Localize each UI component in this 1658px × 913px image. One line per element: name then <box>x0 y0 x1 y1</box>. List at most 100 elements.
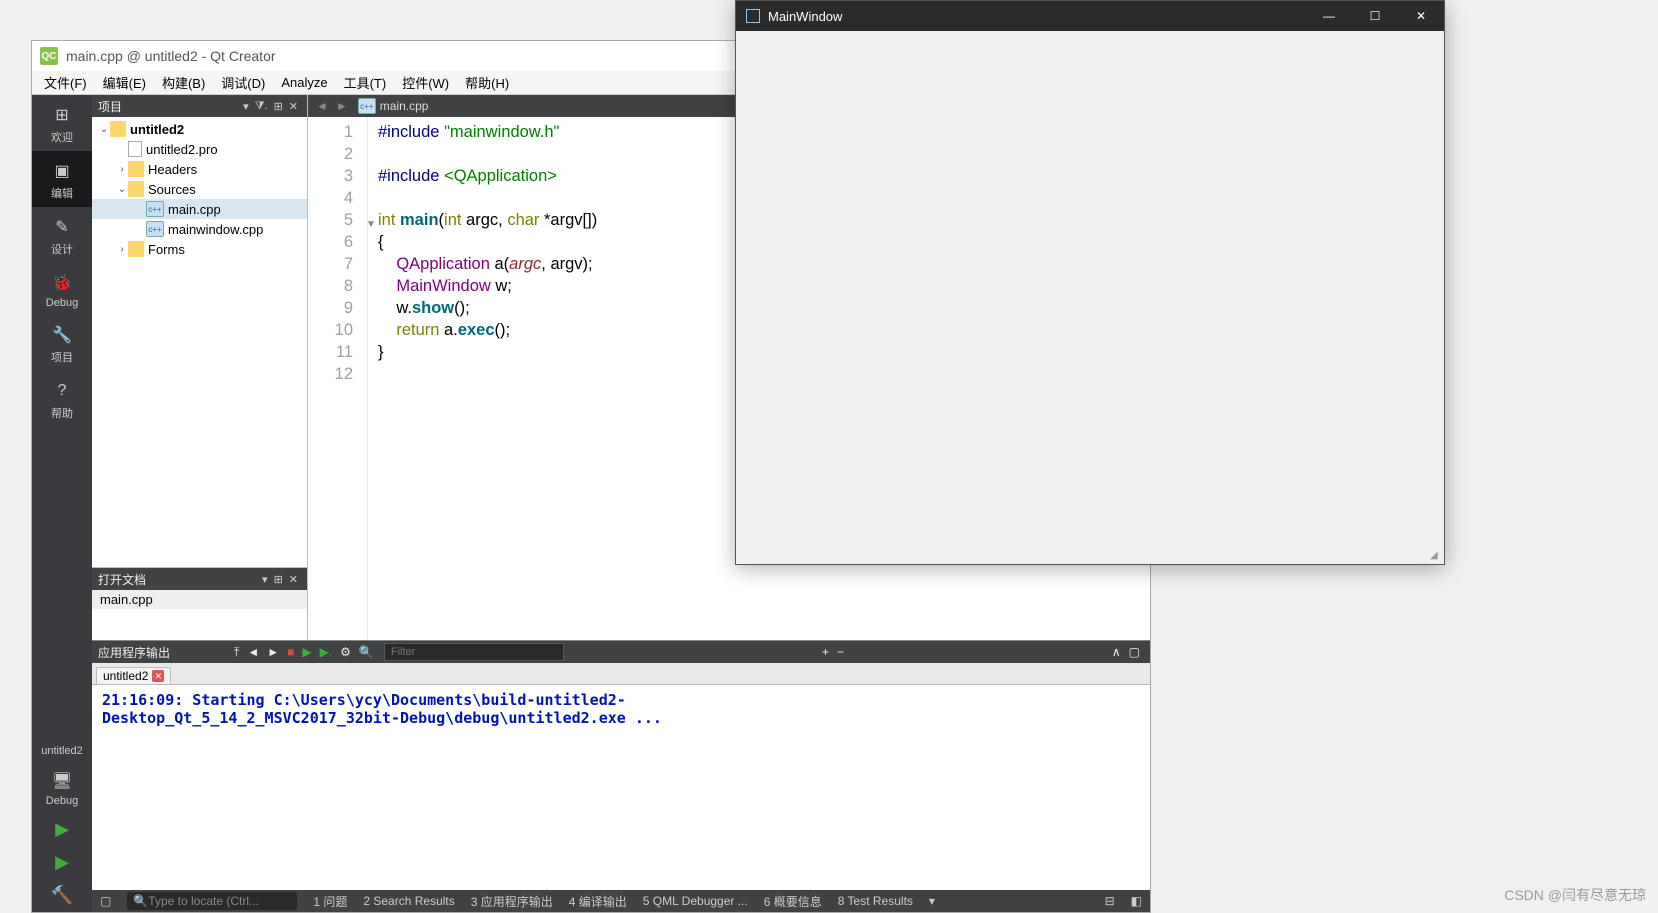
mainwindow-app[interactable]: MainWindow — ☐ ✕ ◢ <box>735 0 1445 565</box>
status-search[interactable]: 2 Search Results <box>355 894 462 908</box>
run-button[interactable]: ▶ <box>32 813 92 846</box>
mode-help[interactable]: ? 帮助 <box>32 371 92 427</box>
code-content[interactable]: #include "mainwindow.h" #include <QAppli… <box>368 117 597 640</box>
opendoc-item[interactable]: main.cpp <box>92 590 307 609</box>
statusbar: ▢ 🔍 Type to locate (Ctrl... 1 问题 2 Searc… <box>92 890 1150 912</box>
kit-debug[interactable]: 🖥Debug <box>32 761 92 813</box>
wrench-icon: 🔧 <box>50 323 74 347</box>
tree-row[interactable]: c++mainwindow.cpp <box>92 219 307 239</box>
tree-label: Forms <box>148 242 185 257</box>
expand-icon[interactable]: ∧ <box>1108 645 1125 659</box>
mainwindow-titlebar[interactable]: MainWindow — ☐ ✕ <box>736 1 1444 31</box>
project-pane-title: 项目 <box>98 98 122 115</box>
mainwindow-client-area[interactable]: ◢ <box>736 31 1444 564</box>
app-icon <box>746 9 760 23</box>
expand-icon[interactable]: › <box>116 244 128 255</box>
sidebar-toggle-icon[interactable]: ◧ <box>1123 894 1150 908</box>
menu-tools[interactable]: 工具(T) <box>336 71 395 94</box>
status-appoutput[interactable]: 3 应用程序输出 <box>463 893 561 910</box>
fold-marker-icon[interactable]: ▼ <box>366 214 376 236</box>
close-tab-icon[interactable]: ✕ <box>152 670 164 682</box>
qtcreator-logo-icon: QC <box>40 47 58 65</box>
tree-label: main.cpp <box>168 202 221 217</box>
menu-widgets[interactable]: 控件(W) <box>394 71 457 94</box>
expand-icon[interactable]: ⌄ <box>116 184 128 195</box>
next-icon[interactable]: ► <box>263 645 283 659</box>
minimize-button[interactable]: — <box>1306 1 1352 31</box>
tree-row[interactable]: ⌄ untitled2 <box>92 119 307 139</box>
attach-icon[interactable]: ⤒ <box>230 645 243 660</box>
cpp-icon: c++ <box>146 221 164 237</box>
prev-icon[interactable]: ◄ <box>243 645 263 659</box>
pencil-icon: ✎ <box>50 215 74 239</box>
tree-label: untitled2 <box>130 122 184 137</box>
mode-debug[interactable]: 🐞Debug <box>32 263 92 315</box>
menu-help[interactable]: 帮助(H) <box>457 71 517 94</box>
maximize-button[interactable]: ☐ <box>1352 1 1398 31</box>
status-issues[interactable]: 1 问题 <box>305 893 355 910</box>
progress-icon[interactable]: ⊟ <box>1097 894 1123 908</box>
menu-build[interactable]: 构建(B) <box>154 71 213 94</box>
close-pane-icon[interactable]: ✕ <box>286 573 301 586</box>
mode-design[interactable]: ✎设计 <box>32 207 92 263</box>
status-general[interactable]: 6 概要信息 <box>756 893 830 910</box>
expand-icon[interactable]: ⌄ <box>98 124 110 135</box>
mode-help-label: 帮助 <box>32 405 92 421</box>
question-icon: ? <box>50 379 74 403</box>
nav-back-icon[interactable]: ◄ <box>312 99 332 113</box>
settings-icon[interactable]: ⚙ <box>336 645 355 659</box>
status-qml[interactable]: 5 QML Debugger ... <box>635 894 756 908</box>
close-panel-icon[interactable]: ▢ <box>92 894 119 908</box>
status-compile[interactable]: 4 编译输出 <box>561 893 635 910</box>
status-tests[interactable]: 8 Test Results <box>830 894 921 908</box>
locator-input[interactable]: 🔍 Type to locate (Ctrl... <box>127 892 297 910</box>
tree-row[interactable]: ⌄Sources <box>92 179 307 199</box>
project-pane: 项目 ▾ ⧩. ⊞ ✕ ⌄ untitled2 untitled2.pro›Head… <box>92 95 308 640</box>
tree-row[interactable]: untitled2.pro <box>92 139 307 159</box>
search-icon: 🔍 <box>355 645 378 659</box>
output-tab[interactable]: untitled2 ✕ <box>96 667 171 684</box>
rerun-debug-icon[interactable]: ▶. <box>316 645 337 659</box>
folder-icon <box>110 121 126 137</box>
opendocs-list[interactable]: main.cpp <box>92 590 307 640</box>
close-pane-icon[interactable]: ✕ <box>286 100 301 113</box>
folder-icon <box>128 241 144 257</box>
mode-welcome[interactable]: ⊞欢迎 <box>32 95 92 151</box>
tree-row[interactable]: c++main.cpp <box>92 199 307 219</box>
dropdown-icon[interactable]: ▾ <box>240 100 252 113</box>
mode-projects[interactable]: 🔧项目 <box>32 315 92 371</box>
mode-edit[interactable]: ▣编辑 <box>32 151 92 207</box>
menu-edit[interactable]: 编辑(E) <box>95 71 154 94</box>
dropdown-icon[interactable]: ▾ <box>259 573 271 586</box>
filter-icon[interactable]: ⧩. <box>252 100 271 113</box>
minus-icon[interactable]: − <box>833 645 848 659</box>
editor-file-selector[interactable]: c++ main.cpp <box>352 98 435 114</box>
split-icon[interactable]: ⊞ <box>271 100 286 113</box>
build-button[interactable]: 🔨 <box>32 879 92 912</box>
monitor-icon: 🖥 <box>50 769 74 793</box>
output-text[interactable]: 21:16:09: Starting C:\Users\ycy\Document… <box>92 685 1150 890</box>
tree-row[interactable]: ›Headers <box>92 159 307 179</box>
mainwindow-title: MainWindow <box>768 9 842 24</box>
project-tree[interactable]: ⌄untitled2untitled2.pro›Headers⌄Sourcesc… <box>92 117 307 567</box>
split-icon[interactable]: ⊞ <box>271 573 286 586</box>
bug-icon: 🐞 <box>50 271 74 295</box>
output-filter-input[interactable] <box>384 643 564 661</box>
chevron-down-icon[interactable]: ▾ <box>921 894 943 908</box>
mode-sidebar: ⊞欢迎 ▣编辑 ✎设计 🐞Debug 🔧项目 ? 帮助 untitled2 🖥De… <box>32 95 92 912</box>
grid-icon: ⊞ <box>50 103 74 127</box>
close-output-icon[interactable]: ▢ <box>1125 645 1144 659</box>
nav-forward-icon[interactable]: ► <box>332 99 352 113</box>
menu-debug[interactable]: 调试(D) <box>213 71 273 94</box>
menu-analyze[interactable]: Analyze <box>273 73 335 92</box>
menu-file[interactable]: 文件(F) <box>36 71 95 94</box>
rerun-icon[interactable]: ▶ <box>298 645 315 659</box>
resize-grip-icon[interactable]: ◢ <box>1430 550 1442 562</box>
kit-selector[interactable]: untitled2 <box>32 741 92 761</box>
run-debug-button[interactable]: ▶ <box>32 846 92 879</box>
expand-icon[interactable]: › <box>116 164 128 175</box>
close-button[interactable]: ✕ <box>1398 1 1444 31</box>
stop-icon[interactable]: ■ <box>283 645 298 659</box>
add-icon[interactable]: + <box>818 645 833 659</box>
tree-row[interactable]: › Forms <box>92 239 307 259</box>
